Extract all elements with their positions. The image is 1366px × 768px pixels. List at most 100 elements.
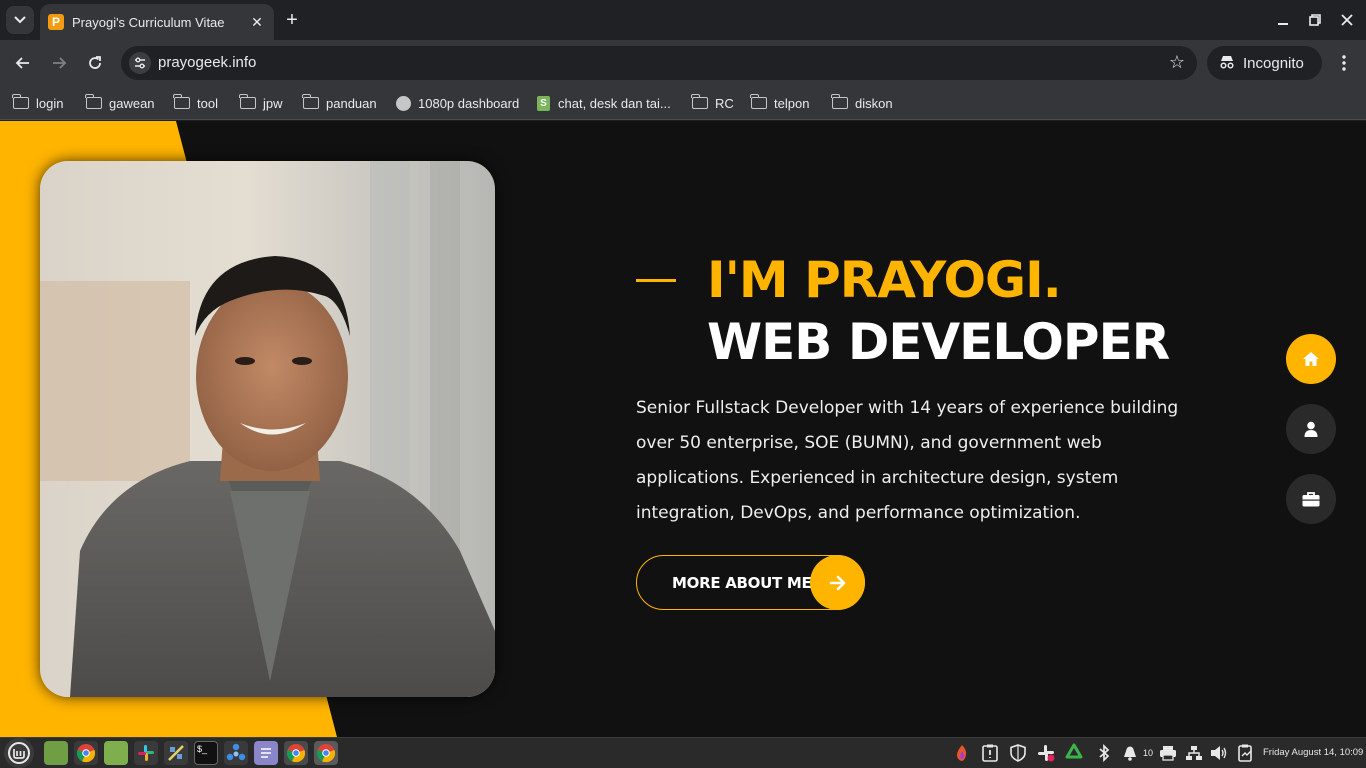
bookmark-label: diskon	[855, 95, 893, 111]
hero-name: I'M PRAYOGI.	[707, 251, 1062, 309]
minimize-window-button[interactable]	[1271, 8, 1295, 32]
text-editor-icon[interactable]	[254, 741, 278, 765]
desktop-taskbar: $_ 10 Friday August 14, 10:09	[0, 737, 1366, 768]
tune-icon	[135, 57, 145, 69]
show-desktop-icon[interactable]	[44, 741, 68, 765]
close-window-button[interactable]	[1335, 8, 1359, 32]
reload-icon	[89, 56, 101, 69]
slack-tray-icon[interactable]	[1036, 743, 1056, 763]
app-cluster-icon[interactable]	[224, 741, 248, 765]
shopify-icon: S	[537, 95, 550, 111]
active-tab[interactable]: P Prayogi's Curriculum Vitae ✕	[40, 4, 274, 40]
sync-icon[interactable]	[1064, 743, 1084, 763]
bookmark-panduan[interactable]: panduan	[302, 93, 377, 113]
arrow-left-icon	[15, 57, 29, 69]
volume-level-badge: 10	[1142, 748, 1153, 758]
home-icon	[1303, 352, 1319, 366]
bluetooth-icon[interactable]	[1094, 743, 1114, 763]
tab-close-icon[interactable]: ✕	[248, 14, 266, 31]
bookmark-chat-desk[interactable]: Schat, desk dan tai...	[537, 93, 671, 113]
bookmark-label: tool	[197, 95, 218, 111]
bookmark-label: RC	[715, 95, 734, 111]
bookmark-label: 1080p dashboard	[418, 95, 520, 111]
bookmark-rc[interactable]: RC	[691, 93, 734, 113]
more-about-me-button[interactable]: MORE ABOUT ME	[636, 555, 865, 610]
folder-icon	[750, 94, 767, 109]
folder-icon	[12, 94, 29, 109]
bookmark-label: chat, desk dan tai...	[558, 95, 671, 111]
folder-icon	[239, 94, 256, 109]
taskbar-clock[interactable]: Friday August 14, 10:09	[1263, 747, 1363, 758]
mint-menu-icon[interactable]	[4, 738, 34, 768]
folder-icon	[302, 94, 319, 109]
folder-icon	[691, 94, 708, 109]
bookmark-tool[interactable]: tool	[173, 93, 218, 113]
bookmark-login[interactable]: login	[12, 93, 64, 113]
chrome-window-icon[interactable]	[284, 741, 308, 765]
bookmark-label: jpw	[263, 95, 283, 111]
nav-home-button[interactable]	[1286, 334, 1336, 384]
network-icon[interactable]	[1184, 743, 1204, 763]
folder-icon	[173, 94, 190, 109]
url-text: prayogeek.info	[158, 54, 257, 71]
arrow-right-icon	[810, 555, 865, 610]
hero-role: WEB DEVELOPER	[707, 313, 1170, 371]
browser-menu-button[interactable]	[1330, 49, 1358, 77]
address-bar[interactable]: prayogeek.info ☆	[121, 46, 1197, 80]
incognito-label: Incognito	[1243, 54, 1304, 72]
folder-icon	[831, 94, 848, 109]
incognito-icon	[1219, 55, 1235, 72]
bookmark-label: gawean	[109, 95, 155, 111]
restore-icon	[1309, 14, 1321, 26]
chrome-icon[interactable]	[74, 741, 98, 765]
notification-bell-icon[interactable]	[1120, 743, 1140, 763]
bookmark-label: telpon	[774, 95, 810, 111]
briefcase-icon	[1302, 491, 1320, 506]
tab-search-button[interactable]	[6, 6, 34, 34]
flame-app-icon[interactable]	[952, 743, 972, 763]
tab-title: Prayogi's Curriculum Vitae	[72, 14, 225, 30]
shield-icon[interactable]	[1008, 743, 1028, 763]
clipboard-icon[interactable]	[980, 743, 1000, 763]
satellite-app-icon[interactable]	[164, 741, 188, 765]
bookmark-diskon[interactable]: diskon	[831, 93, 893, 113]
forward-button[interactable]	[45, 49, 73, 77]
user-icon	[1304, 421, 1318, 437]
globe-icon	[396, 95, 411, 111]
files-icon[interactable]	[104, 741, 128, 765]
bookmark-1080p-dashboard[interactable]: 1080p dashboard	[396, 93, 519, 113]
profile-photo	[40, 161, 495, 697]
web-page: I'M PRAYOGI. WEB DEVELOPER Senior Fullst…	[0, 121, 1366, 737]
bookmark-label: login	[36, 95, 64, 111]
nav-about-button[interactable]	[1286, 404, 1336, 454]
chrome-incognito-window-icon[interactable]	[314, 741, 338, 765]
nav-portfolio-button[interactable]	[1286, 474, 1336, 524]
close-icon	[1341, 14, 1353, 26]
bookmark-gawean[interactable]: gawean	[85, 93, 155, 113]
terminal-icon[interactable]: $_	[194, 741, 218, 765]
chevron-down-icon	[14, 16, 26, 24]
arrow-right-icon	[53, 57, 67, 69]
site-info-icon[interactable]	[129, 52, 151, 74]
incognito-indicator[interactable]: Incognito	[1207, 46, 1322, 80]
back-button[interactable]	[9, 49, 37, 77]
minimize-icon	[1278, 23, 1288, 25]
restore-window-button[interactable]	[1303, 8, 1327, 32]
bookmark-label: panduan	[326, 95, 377, 111]
new-tab-button[interactable]: +	[282, 8, 302, 32]
more-vert-icon	[1342, 55, 1346, 71]
bookmarks-bar: login gawean tool jpw panduan 1080p dash…	[0, 86, 1366, 120]
slack-icon[interactable]	[134, 741, 158, 765]
printer-icon[interactable]	[1158, 743, 1178, 763]
battery-clipboard-icon[interactable]	[1236, 743, 1256, 763]
tab-strip: P Prayogi's Curriculum Vitae ✕ +	[0, 0, 1366, 40]
volume-icon[interactable]	[1209, 743, 1229, 763]
site-favicon-icon: P	[48, 14, 64, 30]
bookmark-jpw[interactable]: jpw	[239, 93, 283, 113]
reload-button[interactable]	[81, 49, 109, 77]
more-about-me-label: MORE ABOUT ME	[672, 573, 812, 592]
intro-paragraph: Senior Fullstack Developer with 14 years…	[636, 398, 1179, 523]
heading-accent-line	[636, 279, 676, 282]
bookmark-telpon[interactable]: telpon	[750, 93, 810, 113]
bookmark-star-icon[interactable]: ☆	[1169, 52, 1185, 73]
